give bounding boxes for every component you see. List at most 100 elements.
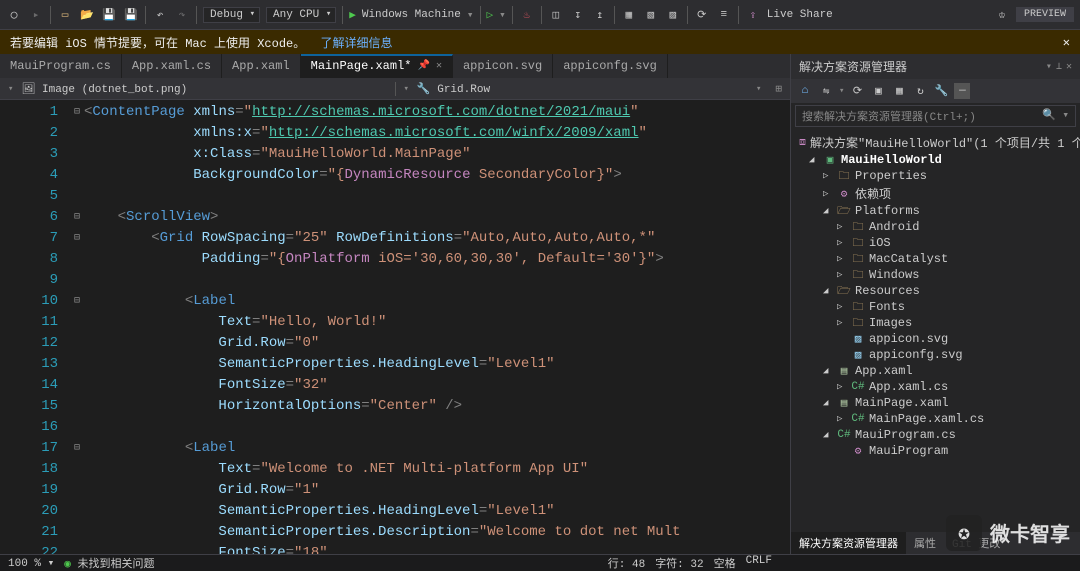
switch-icon[interactable]: ⇋ [818,83,834,99]
tree-item[interactable]: ▷🗀Properties [791,168,1080,184]
hotreload-icon[interactable]: ♨ [519,7,535,23]
loop-icon[interactable]: ⟳ [694,7,710,23]
document-tab[interactable]: MainPage.xaml* 📌 ✕ [301,54,453,78]
pin-icon[interactable]: ⊥ [1056,61,1062,73]
tree-item[interactable]: ▷🗀iOS [791,235,1080,251]
new-icon[interactable]: ▭ [57,7,73,23]
solution-bottom-tab[interactable]: Git 更改 [944,532,1008,554]
expand-icon[interactable]: ▷ [837,238,847,248]
play-icon[interactable]: ▶ [349,8,356,22]
platform-select[interactable]: Any CPU [266,7,336,23]
refresh-icon[interactable]: ↻ [912,83,928,99]
document-tab[interactable]: MauiProgram.cs [0,54,122,78]
liveshare-label[interactable]: Live Share [767,9,833,21]
liveshare-icon[interactable]: ⇪ [745,7,761,23]
tree-item[interactable]: ⚙MauiProgram [791,443,1080,459]
tree-item[interactable]: ▷🗀Images [791,315,1080,331]
expand-icon[interactable]: ◢ [823,430,833,440]
split-editor-icon[interactable]: ⊞ [775,82,782,96]
step2-icon[interactable]: ↥ [592,7,608,23]
notification-close-icon[interactable]: ✕ [1063,35,1070,50]
expand-icon[interactable]: ▷ [837,254,847,264]
preview-button[interactable]: PREVIEW [1016,7,1074,22]
tree-item[interactable]: ◢🗁Platforms [791,203,1080,219]
tree-item[interactable]: ▷⚙依赖项 [791,184,1080,203]
expand-icon[interactable]: ◢ [823,206,833,216]
step-icon[interactable]: ↧ [570,7,586,23]
list-icon[interactable]: ≡ [716,7,732,23]
expand-icon[interactable]: ▷ [837,222,847,232]
expand-icon[interactable]: ▷ [837,270,847,280]
tree-item[interactable]: ▷C#MainPage.xaml.cs [791,411,1080,427]
crumb-dropdown-icon[interactable]: ▾ [756,84,761,94]
tree-item[interactable]: ◢▤MainPage.xaml [791,395,1080,411]
nav-fwd-icon[interactable]: ▸ [28,7,44,23]
expand-icon[interactable]: ◢ [809,155,819,165]
open-icon[interactable]: 📂 [79,7,95,23]
config-select[interactable]: Debug [203,7,260,23]
undo-icon[interactable]: ↶ [152,7,168,23]
save-icon[interactable]: 💾 [101,7,117,23]
crumb-left[interactable]: 🖼 Image (dotnet_bot.png) [21,82,187,96]
document-tab[interactable]: appicon.svg [453,54,553,78]
tree-item[interactable]: ◢🗁Resources [791,283,1080,299]
expand-icon[interactable]: ▷ [823,189,833,199]
admin-icon[interactable]: ♔ [994,7,1010,23]
tree-item[interactable]: ▷🗀Fonts [791,299,1080,315]
issues-indicator[interactable]: ◉ 未找到相关问题 [64,555,154,571]
tree-item[interactable]: ▨appiconfg.svg [791,347,1080,363]
sync-icon[interactable]: ⟳ [849,83,865,99]
status-crlf[interactable]: CRLF [746,555,772,571]
status-spaces[interactable]: 空格 [714,555,736,571]
zoom-level[interactable]: 100 % ▾ [8,556,54,570]
expand-icon[interactable]: ▷ [837,302,847,312]
win3-icon[interactable]: ▨ [665,7,681,23]
expand-icon[interactable]: ▷ [837,414,847,424]
pin-icon[interactable]: 📌 [417,60,429,72]
saveall-icon[interactable]: 💾 [123,7,139,23]
props-icon[interactable]: 🔧 [933,83,949,99]
document-tab[interactable]: App.xaml [222,54,301,78]
toolbox-icon[interactable]: ◫ [548,7,564,23]
solution-search[interactable]: 搜索解决方案资源管理器(Ctrl+;) 🔍 ▾ [795,105,1076,127]
expand-icon[interactable]: ▷ [837,382,847,392]
tab-close-icon[interactable]: ✕ [436,60,442,72]
preview-icon[interactable]: — [954,83,970,99]
win2-icon[interactable]: ▧ [643,7,659,23]
play-nodbg-icon[interactable]: ▷ [487,8,494,22]
dropdown-icon[interactable]: ▾ [1046,61,1052,73]
tree-item[interactable]: ▷🗀MacCatalyst [791,251,1080,267]
win1-icon[interactable]: ▦ [621,7,637,23]
tree-label: MauiProgram [869,444,948,458]
crumb-right[interactable]: 🔧 Grid.Row [417,82,490,96]
expand-icon[interactable]: ▷ [823,171,833,181]
collapse-icon[interactable]: ▣ [870,83,886,99]
tree-item[interactable]: ◢▤App.xaml [791,363,1080,379]
status-line[interactable]: 行: 48 [608,555,645,571]
home-icon[interactable]: ⌂ [797,83,813,99]
tree-item[interactable]: ▷🗀Android [791,219,1080,235]
tree-item[interactable]: ▨appicon.svg [791,331,1080,347]
notification-link[interactable]: 了解详细信息 [320,37,392,51]
solution-bottom-tab[interactable]: 解决方案资源管理器 [791,532,906,554]
document-tab[interactable]: appiconfg.svg [553,54,668,78]
status-chars[interactable]: 字符: 32 [655,555,703,571]
tree-item[interactable]: ▷C#App.xaml.cs [791,379,1080,395]
expand-icon[interactable]: ◢ [823,286,833,296]
showall-icon[interactable]: ▦ [891,83,907,99]
tree-item[interactable]: ⧈解决方案"MauiHelloWorld"(1 个项目/共 1 个) [791,133,1080,152]
close-icon[interactable]: ✕ [1066,61,1072,73]
expand-icon[interactable]: ◢ [823,366,833,376]
tree-item[interactable]: ◢▣MauiHelloWorld [791,152,1080,168]
tree-item[interactable]: ▷🗀Windows [791,267,1080,283]
tree-item[interactable]: ◢C#MauiProgram.cs [791,427,1080,443]
expand-icon[interactable]: ▷ [837,318,847,328]
nav-back-icon[interactable]: ◯ [6,7,22,23]
expand-icon[interactable]: ◢ [823,398,833,408]
solution-tree[interactable]: ⧈解决方案"MauiHelloWorld"(1 个项目/共 1 个)◢▣Maui… [791,129,1080,532]
solution-bottom-tab[interactable]: 属性 [906,532,944,554]
document-tab[interactable]: App.xaml.cs [122,54,222,78]
redo-icon[interactable]: ↷ [174,7,190,23]
code-editor[interactable]: 12345678910111213141516171819202122 ⊟⊟⊟⊟… [0,100,790,554]
debug-target[interactable]: Windows Machine [362,9,461,21]
